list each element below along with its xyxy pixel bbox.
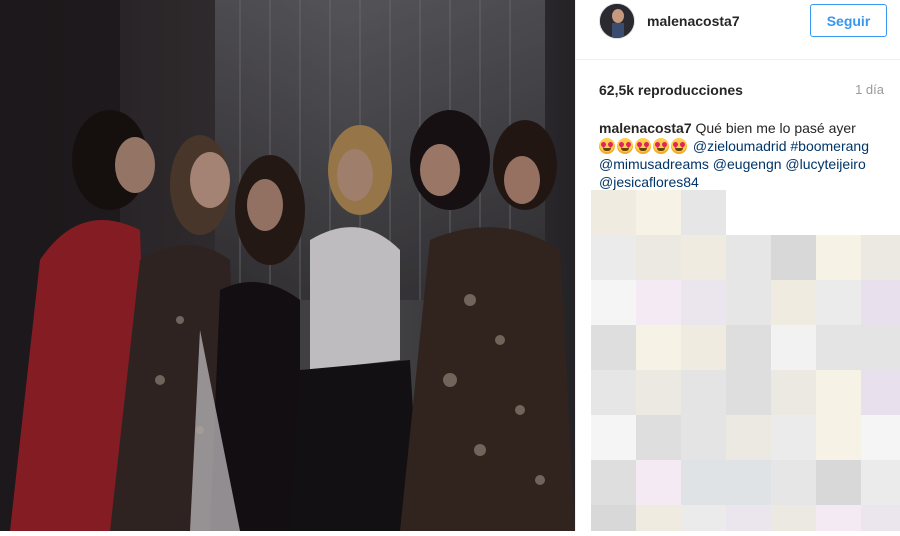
pixel-block [816, 325, 861, 370]
pixel-block [861, 505, 900, 536]
post-sidebar: malenacosta7 Seguir 62,5k reproducciones… [575, 0, 900, 536]
pixel-block [591, 370, 636, 415]
hashtag-link[interactable]: #boomerang [790, 138, 869, 154]
pixel-block [771, 460, 816, 505]
pixel-block [726, 370, 771, 415]
pixel-block [591, 505, 636, 536]
pixel-block [861, 370, 900, 415]
pixel-block [861, 280, 900, 325]
pixel-block [681, 280, 726, 325]
pixelated-comments [591, 190, 900, 536]
pixel-block [591, 190, 636, 235]
username[interactable]: malenacosta7 [647, 13, 740, 29]
pixel-block [681, 370, 726, 415]
pixel-block [636, 325, 681, 370]
pixel-block [681, 415, 726, 460]
pixel-block [591, 325, 636, 370]
pixel-block [816, 280, 861, 325]
pixel-block [726, 280, 771, 325]
post-header: malenacosta7 Seguir [576, 0, 900, 46]
caption: malenacosta7 Qué bien me lo pasé ayer @z… [599, 119, 891, 191]
pixel-block [771, 235, 816, 280]
pixel-block [681, 325, 726, 370]
pixel-block [771, 280, 816, 325]
heart-eyes-emoji-icon [617, 138, 633, 154]
pixel-block [636, 190, 681, 235]
pixel-block [681, 505, 726, 536]
pixel-block [636, 505, 681, 536]
pixel-block [726, 505, 771, 536]
pixel-block [726, 235, 771, 280]
heart-eyes-emoji-icon [599, 138, 615, 154]
pixel-block [591, 280, 636, 325]
follow-button[interactable]: Seguir [810, 4, 887, 37]
caption-username[interactable]: malenacosta7 [599, 120, 692, 136]
pixel-block [816, 460, 861, 505]
mention-link[interactable]: @jesicaflores84 [599, 174, 699, 190]
heart-eyes-emoji-icon [635, 138, 651, 154]
pixel-block [726, 460, 771, 505]
pixel-block [771, 415, 816, 460]
pixel-block [636, 280, 681, 325]
pixel-block [861, 415, 900, 460]
mention-link[interactable]: @mimusadreams [599, 156, 709, 172]
post-video[interactable] [0, 0, 575, 531]
pixel-block [816, 370, 861, 415]
post-time[interactable]: 1 día [855, 82, 884, 97]
mention-link[interactable]: @zieloumadrid [693, 138, 787, 154]
pixel-block [681, 460, 726, 505]
pixel-block [726, 325, 771, 370]
avatar[interactable] [599, 3, 635, 39]
pixel-block [816, 235, 861, 280]
pixel-block [771, 505, 816, 536]
pixel-block [861, 460, 900, 505]
pixel-block [681, 190, 726, 235]
pixel-block [861, 325, 900, 370]
pixel-block [636, 415, 681, 460]
heart-eyes-emoji-icon [671, 138, 687, 154]
caption-text: Qué bien me lo pasé ayer [695, 120, 856, 136]
pixel-block [636, 370, 681, 415]
pixel-block [591, 415, 636, 460]
pixel-block [816, 415, 861, 460]
pixel-block [771, 370, 816, 415]
mention-link[interactable]: @lucyteijeiro [785, 156, 865, 172]
video-frame [0, 0, 575, 531]
pixel-block [726, 415, 771, 460]
pixel-block [591, 235, 636, 280]
view-count: 62,5k reproducciones [599, 82, 743, 98]
pixel-block [861, 235, 900, 280]
header-divider [576, 59, 900, 60]
pixel-block [636, 460, 681, 505]
pixel-block [636, 235, 681, 280]
pixel-block [591, 460, 636, 505]
heart-eyes-emoji-icon [653, 138, 669, 154]
pixel-block [681, 235, 726, 280]
pixel-block [771, 325, 816, 370]
mention-link[interactable]: @eugengn [713, 156, 782, 172]
pixel-block [816, 505, 861, 536]
